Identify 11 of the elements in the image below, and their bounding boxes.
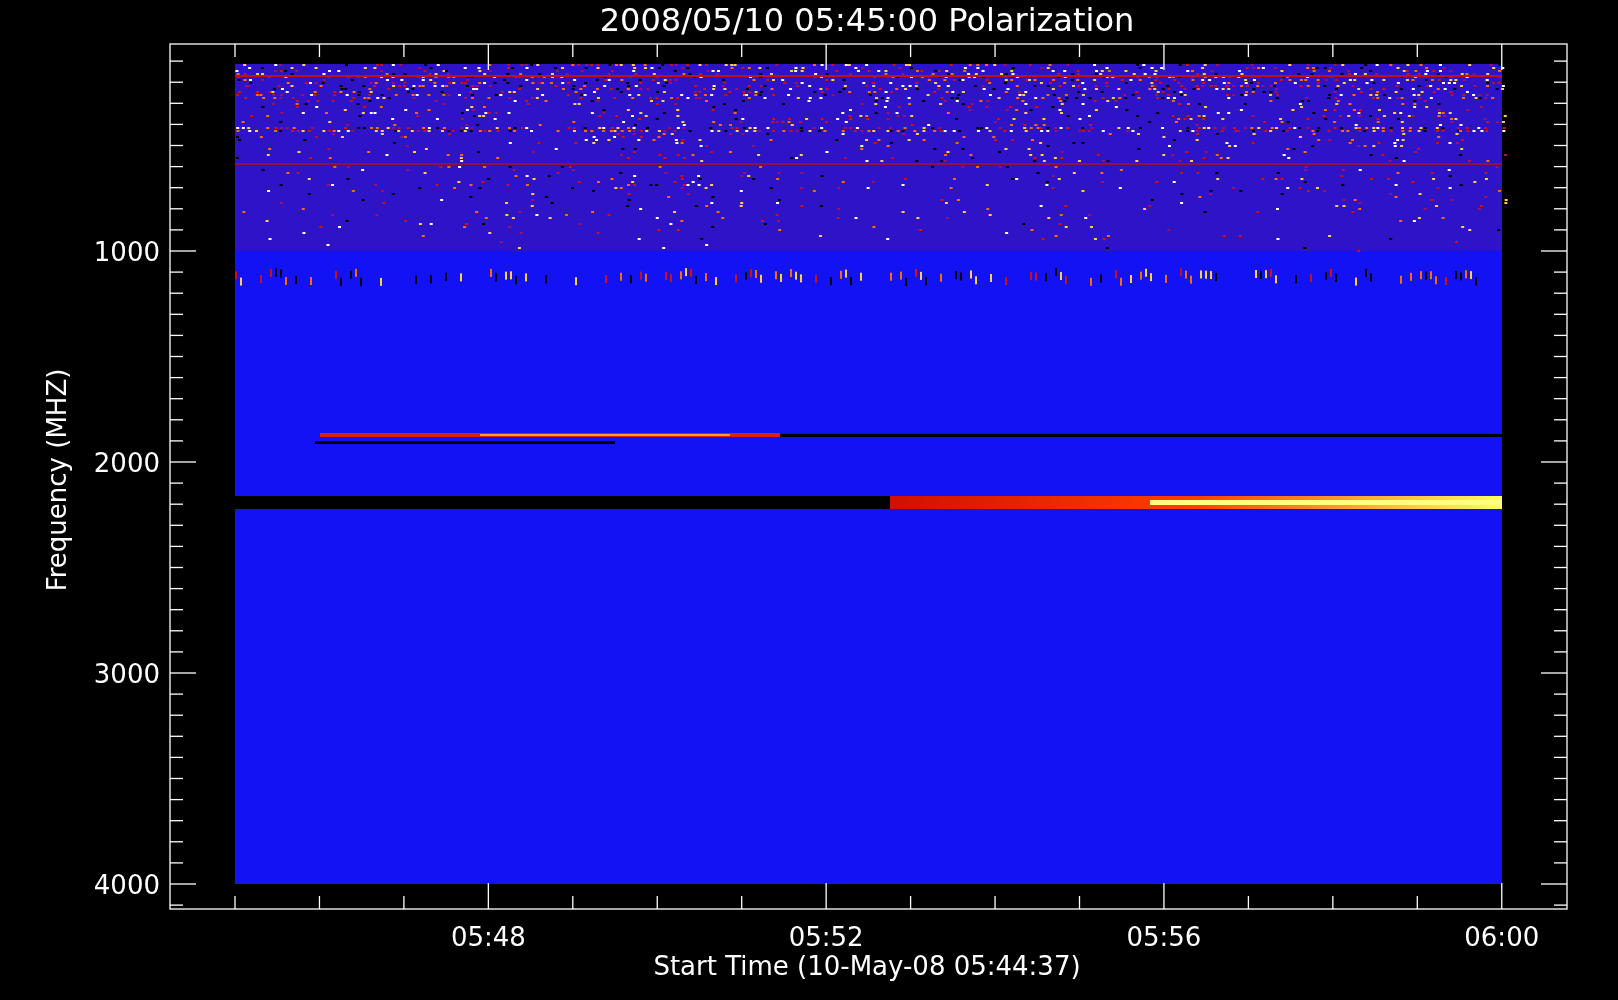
- y-tick-label: 4000: [93, 870, 160, 900]
- x-axis-title: Start Time (10-May-08 05:44:37): [653, 951, 1081, 981]
- y-tick-label: 2000: [93, 448, 160, 478]
- x-tick-label: 05:56: [1126, 922, 1202, 952]
- y-axis-title: Frequency (MHZ): [42, 368, 72, 592]
- y-tick-label: 1000: [93, 237, 160, 267]
- x-tick-label: 05:48: [450, 922, 526, 952]
- y-tick-label: 3000: [93, 659, 160, 689]
- x-tick-label: 06:00: [1464, 922, 1540, 952]
- chart-title: 2008/05/10 05:45:00 Polarization: [599, 1, 1135, 39]
- x-tick-label: 05:52: [788, 922, 864, 952]
